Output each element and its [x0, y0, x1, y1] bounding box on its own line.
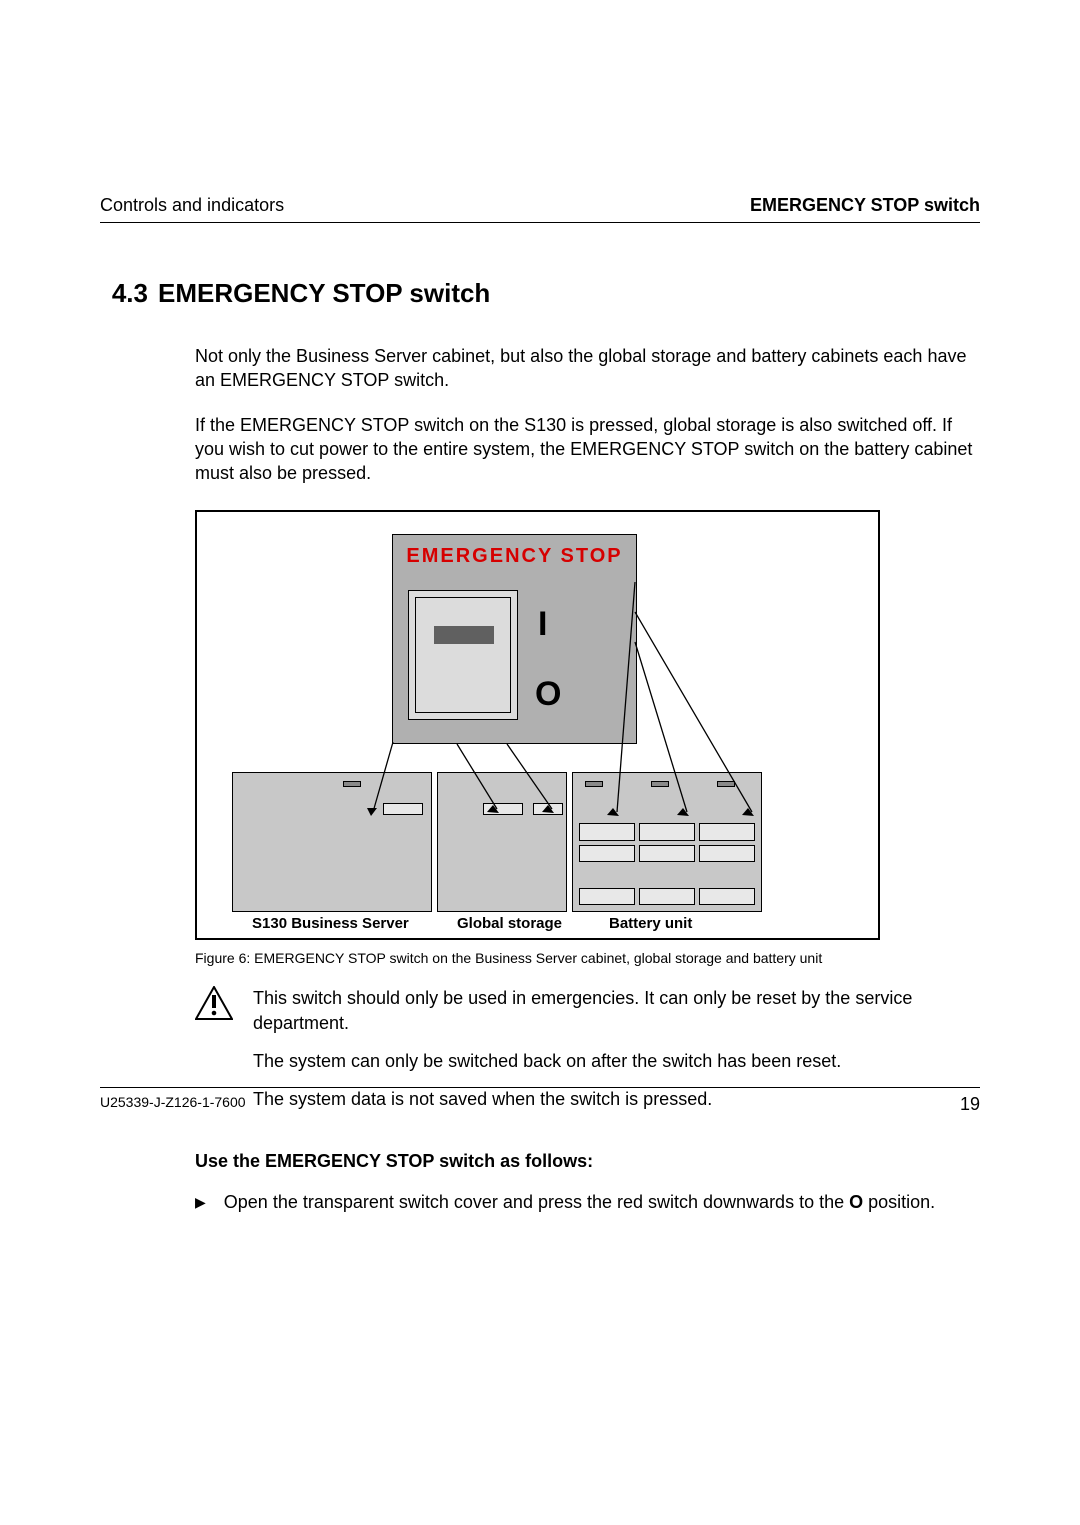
emergency-stop-switch [408, 590, 518, 720]
emergency-stop-label: EMERGENCY STOP [393, 545, 636, 568]
switch-lever [434, 626, 494, 644]
switch-position-off: O [535, 675, 561, 714]
footer-docid: U25339-J-Z126-1-7600 [100, 1094, 246, 1115]
instruction-step-1: ▶ Open the transparent switch cover and … [195, 1190, 980, 1214]
figure-label-battery: Battery unit [609, 915, 692, 932]
step-text-post: position. [863, 1192, 935, 1212]
step-marker-icon: ▶ [195, 1190, 206, 1214]
warning-icon [195, 986, 233, 1025]
section-number: 4.3 [100, 278, 148, 309]
cabinet-battery-unit [572, 772, 762, 912]
figure-label-server: S130 Business Server [252, 915, 409, 932]
page: Controls and indicators EMERGENCY STOP s… [0, 0, 1080, 1525]
section-title: EMERGENCY STOP switch [158, 278, 490, 308]
cabinet-global-storage [437, 772, 567, 912]
switch-position-on: I [538, 605, 547, 644]
header-left: Controls and indicators [100, 195, 284, 216]
header-right: EMERGENCY STOP switch [750, 195, 980, 216]
step-text-pre: Open the transparent switch cover and pr… [224, 1192, 849, 1212]
figure-caption: Figure 6: EMERGENCY STOP switch on the B… [195, 950, 980, 966]
paragraph-2: If the EMERGENCY STOP switch on the S130… [195, 413, 980, 486]
running-header: Controls and indicators EMERGENCY STOP s… [100, 195, 980, 223]
page-number: 19 [960, 1094, 980, 1115]
step-text-bold: O [849, 1192, 863, 1212]
instructions-heading: Use the EMERGENCY STOP switch as follows… [195, 1151, 980, 1172]
warning-line-2: The system can only be switched back on … [253, 1049, 980, 1073]
cabinet-s130 [232, 772, 432, 912]
section-heading: 4.3 EMERGENCY STOP switch [100, 278, 980, 309]
emergency-stop-panel: EMERGENCY STOP I O [392, 534, 637, 744]
page-footer: U25339-J-Z126-1-7600 19 [100, 1087, 980, 1115]
paragraph-1: Not only the Business Server cabinet, bu… [195, 344, 980, 393]
figure-6: EMERGENCY STOP I O [195, 510, 880, 940]
step-text: Open the transparent switch cover and pr… [224, 1190, 935, 1214]
warning-line-1: This switch should only be used in emerg… [253, 986, 980, 1035]
figure-label-storage: Global storage [457, 915, 562, 932]
